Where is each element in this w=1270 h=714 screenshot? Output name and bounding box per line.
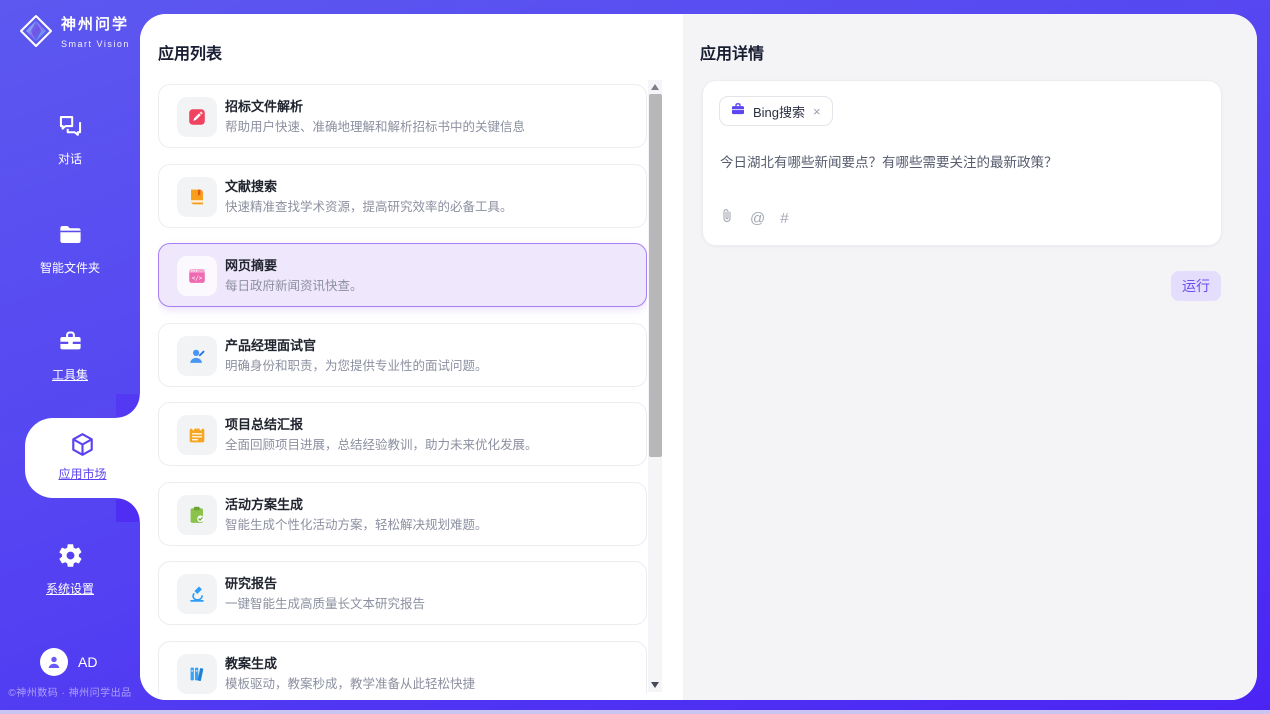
sidebar-item-label: 工具集 <box>0 366 140 383</box>
clipboard-check-icon <box>177 495 217 535</box>
user-account[interactable]: AD <box>40 648 97 676</box>
sidebar-item-smart-folder[interactable]: 智能文件夹 <box>0 221 140 276</box>
sidebar-item-label: 系统设置 <box>0 580 140 597</box>
avatar <box>40 648 68 676</box>
sidebar: 神州问学 Smart Vision 对话 智能文件夹 <box>0 0 140 714</box>
app-card-project-summary[interactable]: 项目总结汇报 全面回顾项目进展，总结经验教训，助力未来优化发展。 <box>158 402 647 466</box>
interviewer-person-icon <box>177 336 217 376</box>
sidebar-item-settings[interactable]: 系统设置 <box>0 542 140 597</box>
app-card-event-plan[interactable]: 活动方案生成 智能生成个性化活动方案，轻松解决规划难题。 <box>158 482 647 546</box>
app-desc: 全面回顾项目进展，总结经验教训，助力未来优化发展。 <box>225 434 538 453</box>
app-title: 项目总结汇报 <box>225 414 303 433</box>
app-list-title: 应用列表 <box>158 40 222 64</box>
app-desc: 帮助用户快速、准确地理解和解析招标书中的关键信息 <box>225 116 525 135</box>
app-window: 神州问学 Smart Vision 对话 智能文件夹 <box>0 0 1270 714</box>
sidebar-item-label: 对话 <box>0 150 140 167</box>
scrollbar-thumb[interactable] <box>649 94 662 457</box>
app-title: 研究报告 <box>225 573 277 592</box>
tag-close-icon[interactable]: × <box>812 105 822 118</box>
app-title: 招标文件解析 <box>225 96 303 115</box>
app-title: 文献搜索 <box>225 176 277 195</box>
app-card-pm-interviewer[interactable]: 产品经理面试官 明确身份和职责，为您提供专业性的面试问题。 <box>158 323 647 387</box>
user-initials: AD <box>78 654 97 670</box>
toolbox-icon <box>57 328 84 360</box>
books-icon <box>177 654 217 694</box>
pen-document-icon <box>177 97 217 137</box>
brand-subtitle: Smart Vision <box>61 39 130 49</box>
scroll-down-arrow-icon[interactable] <box>651 682 659 688</box>
app-desc: 智能生成个性化活动方案，轻松解决规划难题。 <box>225 514 488 533</box>
person-icon <box>45 653 63 671</box>
app-detail-title: 应用详情 <box>700 40 764 64</box>
app-card-tender-analysis[interactable]: 招标文件解析 帮助用户快速、准确地理解和解析招标书中的关键信息 <box>158 84 647 148</box>
sidebar-item-toolset[interactable]: 工具集 <box>0 328 140 383</box>
paperclip-icon[interactable] <box>719 207 735 230</box>
app-desc: 模板驱动，教案秒成，教学准备从此轻松快捷 <box>225 673 475 692</box>
book-icon <box>177 177 217 217</box>
briefcase-icon <box>730 101 746 122</box>
app-card-literature-search[interactable]: 文献搜索 快速精准查找学术资源，提高研究效率的必备工具。 <box>158 164 647 228</box>
main-panel: 应用列表 招标文件解析 帮助用户快速、准确地理解和解析招标书中的关键信息 <box>140 14 1257 700</box>
bottom-edge-strip <box>0 710 1270 714</box>
app-title: 教案生成 <box>225 653 277 672</box>
app-card-lesson-plan[interactable]: 教案生成 模板驱动，教案秒成，教学准备从此轻松快捷 <box>158 641 647 695</box>
input-toolbar: @ # <box>719 207 789 230</box>
app-title: 产品经理面试官 <box>225 335 316 354</box>
calendar-note-icon <box>177 415 217 455</box>
hash-icon[interactable]: # <box>780 210 788 227</box>
folder-icon <box>57 221 84 253</box>
app-card-research-report[interactable]: 研究报告 一键智能生成高质量长文本研究报告 <box>158 561 647 625</box>
query-text[interactable]: 今日湖北有哪些新闻要点？有哪些需要关注的最新政策？ <box>720 151 1205 171</box>
run-button[interactable]: 运行 <box>1171 271 1221 301</box>
tool-tag-bing-search[interactable]: Bing搜索 × <box>719 96 833 126</box>
app-title: 活动方案生成 <box>225 494 303 513</box>
app-title: 网页摘要 <box>225 255 277 274</box>
gem-logo-icon <box>18 13 54 54</box>
sidebar-item-chat[interactable]: 对话 <box>0 112 140 167</box>
app-detail-column: 应用详情 Bing搜索 × 今日湖北有哪些新闻要点？有哪些需要关注的最新政策？ <box>683 14 1257 700</box>
app-card-webpage-summary[interactable]: </> 网页摘要 每日政府新闻资讯快查。 <box>158 243 647 307</box>
microscope-icon <box>177 574 217 614</box>
list-scrollbar[interactable] <box>648 80 662 692</box>
query-input-card[interactable]: Bing搜索 × 今日湖北有哪些新闻要点？有哪些需要关注的最新政策？ @ # <box>702 80 1222 246</box>
app-list: 招标文件解析 帮助用户快速、准确地理解和解析招标书中的关键信息 文献搜索 快速精… <box>158 84 647 694</box>
webpage-code-icon: </> <box>177 256 217 296</box>
app-desc: 明确身份和职责，为您提供专业性的面试问题。 <box>225 355 488 374</box>
scroll-up-arrow-icon[interactable] <box>651 84 659 90</box>
cube-icon <box>69 431 96 463</box>
gear-icon <box>57 542 84 574</box>
svg-text:</>: </> <box>192 276 203 282</box>
brand-text: 神州问学 Smart Vision <box>61 16 130 51</box>
mention-at-icon[interactable]: @ <box>750 210 765 227</box>
sidebar-item-app-market[interactable]: 应用市场 <box>25 418 140 498</box>
sidebar-item-label: 智能文件夹 <box>0 259 140 276</box>
app-list-column: 应用列表 招标文件解析 帮助用户快速、准确地理解和解析招标书中的关键信息 <box>140 14 683 700</box>
app-desc: 每日政府新闻资讯快查。 <box>225 275 363 294</box>
tool-tag-label: Bing搜索 <box>753 102 805 121</box>
chat-icon <box>57 112 84 144</box>
sidebar-item-label: 应用市场 <box>25 465 140 482</box>
app-desc: 一键智能生成高质量长文本研究报告 <box>225 593 425 612</box>
brand-name: 神州问学 <box>61 16 129 33</box>
copyright-footer: ©神州数码 · 神州问学出品 <box>0 684 140 699</box>
app-desc: 快速精准查找学术资源，提高研究效率的必备工具。 <box>225 196 513 215</box>
brand-logo: 神州问学 Smart Vision <box>18 13 130 54</box>
